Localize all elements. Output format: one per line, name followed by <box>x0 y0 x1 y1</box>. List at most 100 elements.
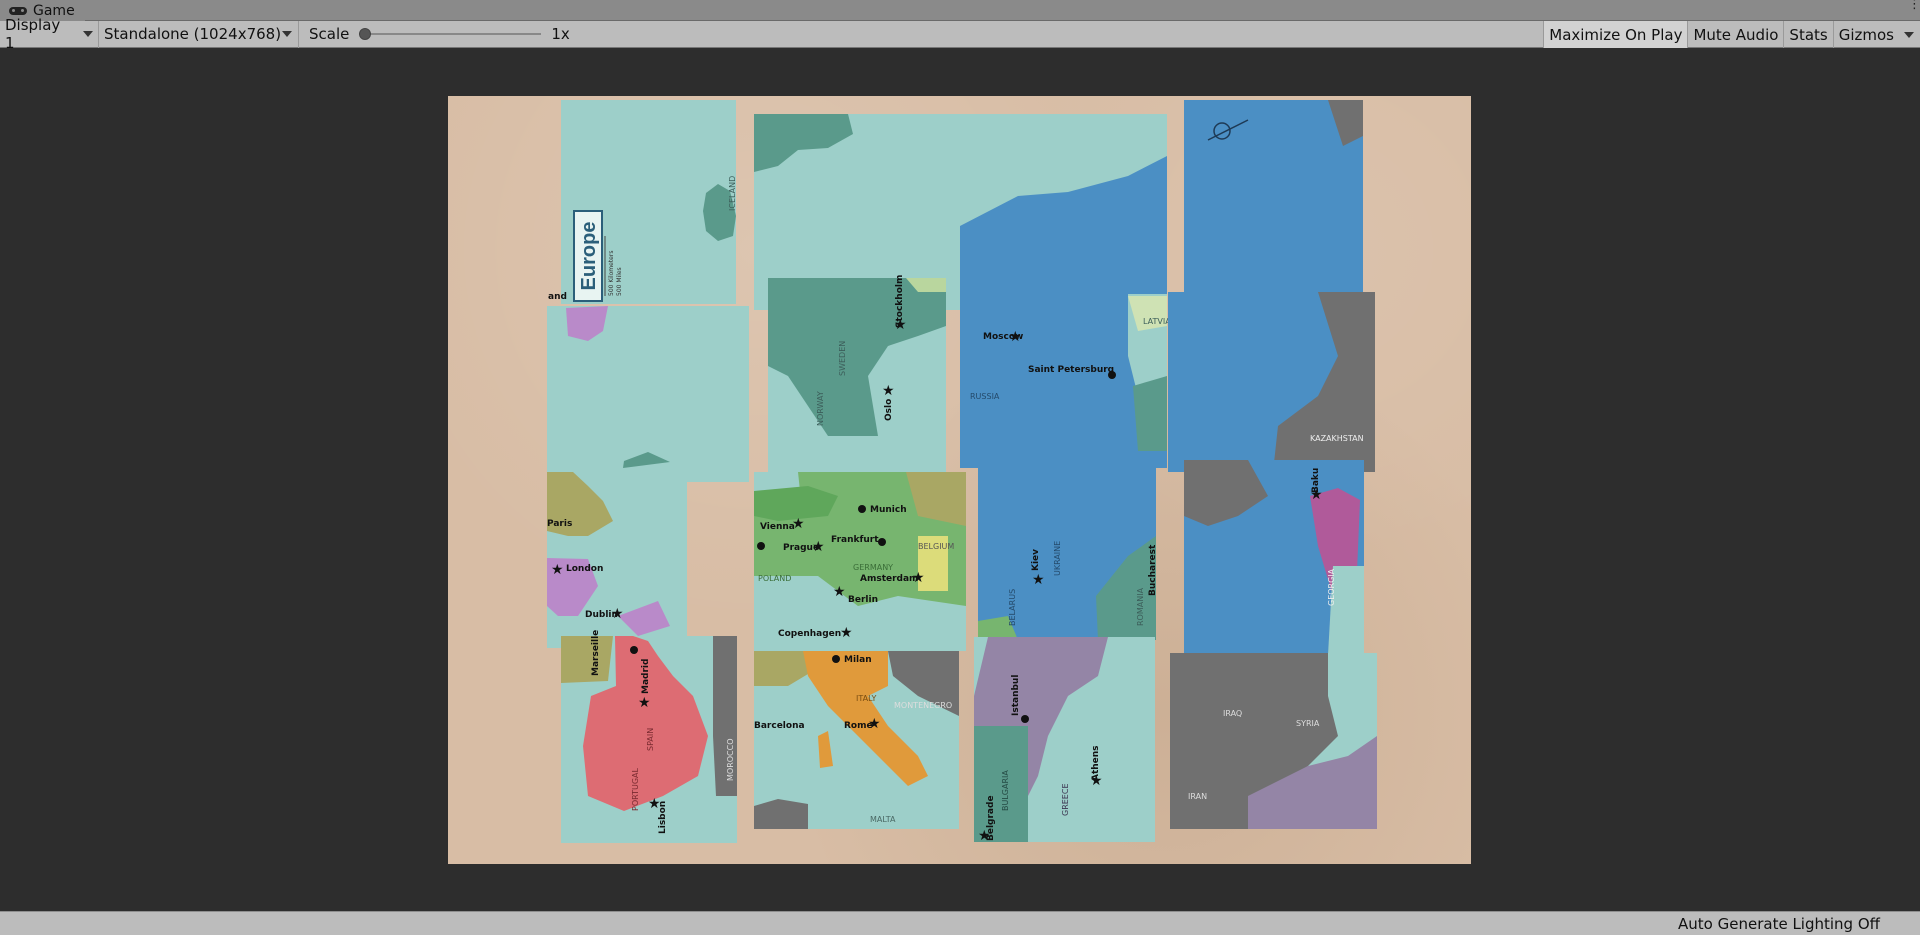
city-frankfurt: Frankfurt <box>831 535 886 546</box>
gizmos-dropdown-arrow[interactable] <box>1898 21 1920 48</box>
puzzle-piece-italy[interactable]: Milan Rome ★ Barcelona ITALY MALTA MONTE… <box>754 651 959 829</box>
svg-text:BELARUS: BELARUS <box>1008 589 1017 626</box>
mute-audio-button[interactable]: Mute Audio <box>1687 21 1783 48</box>
svg-text:MALTA: MALTA <box>870 815 896 824</box>
country-label: ICELAND <box>728 176 737 211</box>
svg-text:SWEDEN: SWEDEN <box>838 341 847 376</box>
scale-slider[interactable] <box>359 27 542 41</box>
puzzle-piece-ukraine[interactable]: Kiev ★ Bucharest UKRAINE BELARUS ROMANIA <box>978 460 1158 640</box>
svg-text:★: ★ <box>912 570 925 586</box>
svg-text:SYRIA: SYRIA <box>1296 719 1320 728</box>
gizmos-button[interactable]: Gizmos <box>1832 21 1898 48</box>
city-baku: Baku ★ <box>1310 468 1323 503</box>
chevron-down-icon <box>83 31 93 37</box>
svg-text:ITALY: ITALY <box>856 694 876 703</box>
puzzle-piece-iberia[interactable]: Madrid ★ Lisbon ★ Marseille SPAIN PORTUG… <box>561 630 737 843</box>
city-athens: Athens ★ <box>1090 745 1103 789</box>
svg-text:NORWAY: NORWAY <box>816 391 825 426</box>
puzzle-piece-moscow[interactable]: Moscow ★ Saint Petersburg RUSSIA LATVIA <box>960 292 1171 468</box>
svg-text:Marseille: Marseille <box>591 630 601 676</box>
svg-text:KAZAKHSTAN: KAZAKHSTAN <box>1310 434 1364 443</box>
scale-label: Scale <box>309 25 350 43</box>
maximize-on-play-button[interactable]: Maximize On Play <box>1543 21 1688 48</box>
lighting-status: Auto Generate Lighting Off <box>1678 915 1880 933</box>
svg-text:PORTUGAL: PORTUGAL <box>631 767 640 811</box>
svg-text:Paris: Paris <box>547 519 572 529</box>
svg-text:Copenhagen: Copenhagen <box>778 629 841 639</box>
puzzle-board[interactable]: Europe 500 Kilometers 500 Miles ICELAND <box>448 96 1471 864</box>
svg-text:IRAN: IRAN <box>1188 792 1207 801</box>
svg-text:★: ★ <box>611 606 624 622</box>
svg-text:★: ★ <box>1090 773 1103 789</box>
puzzle-piece-atlantic[interactable]: and <box>547 292 749 482</box>
display-dropdown[interactable]: Display 1 <box>0 16 99 52</box>
svg-text:★: ★ <box>894 317 907 333</box>
resolution-dropdown-label: Standalone (1024x768) <box>104 25 282 43</box>
kebab-menu-icon[interactable]: ⋮ <box>1908 0 1920 17</box>
puzzle-piece-middle-east[interactable]: IRAQ IRAN SYRIA <box>1170 653 1377 829</box>
svg-text:★: ★ <box>868 716 881 732</box>
city-stockholm: Stockholm ★ <box>894 275 907 333</box>
svg-text:★: ★ <box>1009 329 1022 345</box>
puzzle-piece-iceland[interactable]: Europe 500 Kilometers 500 Miles ICELAND <box>561 100 737 304</box>
city-paris: Paris <box>547 519 572 529</box>
svg-text:Amsterdam: Amsterdam <box>860 574 918 584</box>
svg-text:Frankfurt: Frankfurt <box>831 535 879 545</box>
city-oslo: Oslo ★ <box>882 383 895 421</box>
scale-slider-track <box>359 33 542 35</box>
puzzle-piece-kazakhstan[interactable]: KAZAKHSTAN <box>1168 292 1375 472</box>
svg-text:BELGIUM: BELGIUM <box>918 542 954 551</box>
europe-title-box: Europe <box>573 210 603 302</box>
svg-text:UKRAINE: UKRAINE <box>1053 541 1062 576</box>
puzzle-piece-uk-france[interactable]: Paris ★ London Dublin ★ <box>547 472 687 648</box>
status-bar: Auto Generate Lighting Off <box>0 911 1920 935</box>
svg-text:★: ★ <box>792 516 805 532</box>
chevron-down-icon <box>282 31 292 37</box>
scale-slider-thumb[interactable] <box>359 28 372 40</box>
svg-text:London: London <box>566 564 603 574</box>
chevron-down-icon <box>1904 31 1914 38</box>
stats-button[interactable]: Stats <box>1783 21 1832 48</box>
display-dropdown-label: Display 1 <box>5 16 61 52</box>
svg-text:Oslo: Oslo <box>884 399 894 421</box>
puzzle-piece-caucasus[interactable]: Baku ★ GEORGIA <box>1184 460 1364 655</box>
svg-text:GERMANY: GERMANY <box>853 563 893 572</box>
europe-title: Europe <box>578 222 600 291</box>
scale-value: 1x <box>551 25 570 43</box>
svg-text:POLAND: POLAND <box>758 574 791 583</box>
scale-mi: 500 Miles <box>616 267 623 296</box>
svg-text:BULGARIA: BULGARIA <box>1001 770 1010 811</box>
svg-text:LATVIA: LATVIA <box>1143 317 1171 326</box>
svg-text:★: ★ <box>1310 487 1323 503</box>
svg-text:SPAIN: SPAIN <box>646 728 655 751</box>
game-view-toolbar: Display 1 Standalone (1024x768) Scale 1x… <box>0 16 1920 52</box>
svg-text:★: ★ <box>833 584 846 600</box>
game-render-area[interactable]: Europe 500 Kilometers 500 Miles ICELAND <box>448 96 1471 864</box>
window-tab-bar: Game ⋮ <box>0 0 1920 21</box>
svg-text:★: ★ <box>551 562 564 578</box>
svg-text:Kiev: Kiev <box>1031 549 1041 571</box>
resolution-dropdown[interactable]: Standalone (1024x768) <box>99 20 299 48</box>
city-bucharest: Bucharest <box>1148 544 1158 596</box>
svg-text:IRAQ: IRAQ <box>1223 709 1242 718</box>
city-barcelona: Barcelona <box>754 721 805 731</box>
svg-text:★: ★ <box>812 539 825 555</box>
svg-text:Milan: Milan <box>844 655 872 665</box>
puzzle-piece-balkans[interactable]: Istanbul Athens ★ Belgrade ★ BULGARIA GR… <box>974 637 1155 844</box>
svg-text:★: ★ <box>978 828 991 844</box>
svg-text:MOROCCO: MOROCCO <box>726 738 735 781</box>
svg-text:Istanbul: Istanbul <box>1011 675 1021 716</box>
svg-text:Barcelona: Barcelona <box>754 721 805 731</box>
svg-text:★: ★ <box>882 383 895 399</box>
puzzle-piece-central-europe[interactable]: Munich Vienna ★ Frankfurt Prague ★ Amste… <box>754 472 966 651</box>
svg-text:Bucharest: Bucharest <box>1148 544 1158 596</box>
puzzle-piece-scandinavia[interactable]: Stockholm ★ Oslo ★ SWEDEN NORWAY <box>768 275 946 476</box>
svg-text:ROMANIA: ROMANIA <box>1136 587 1145 626</box>
scale-control: Scale 1x <box>299 21 570 48</box>
svg-text:Berlin: Berlin <box>848 595 878 605</box>
svg-text:★: ★ <box>840 625 853 641</box>
svg-text:and: and <box>548 292 567 302</box>
game-viewport: Europe 500 Kilometers 500 Miles ICELAND <box>0 48 1920 911</box>
gamepad-icon <box>8 6 28 16</box>
scale-km: 500 Kilometers <box>608 251 615 296</box>
